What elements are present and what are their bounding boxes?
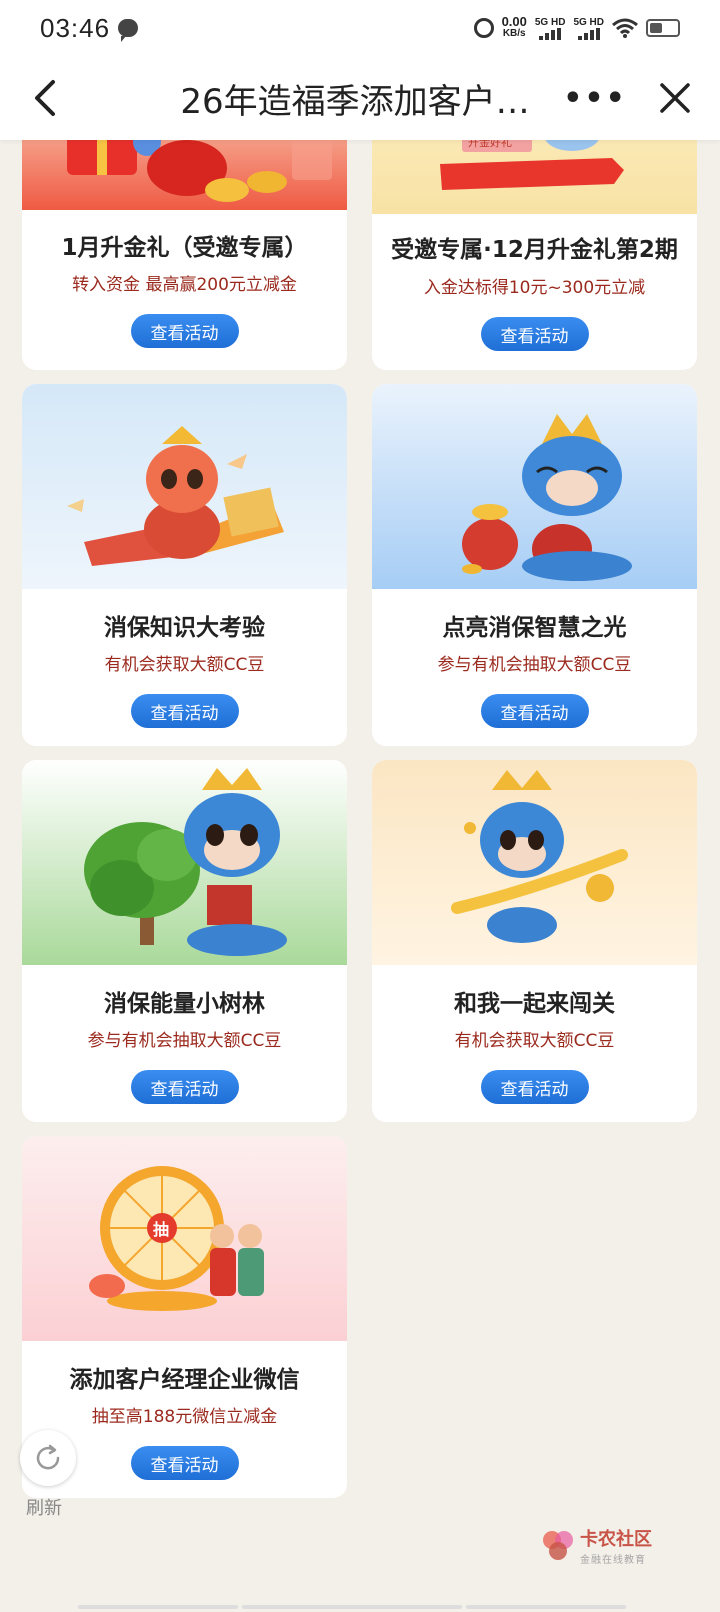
watermark: 卡农社区 金融在线教育 xyxy=(540,1525,652,1566)
lucky-wheel-illustration: 抽 xyxy=(89,1166,264,1311)
network-speed-unit: KB/s xyxy=(502,28,526,39)
card-title: 添加客户经理企业微信 xyxy=(69,1367,300,1393)
card-title: 点亮消保智慧之光 xyxy=(442,615,627,641)
watermark-logo-icon xyxy=(543,1530,573,1560)
card-subtitle: 转入资金 最高赢200元立减金 xyxy=(72,275,297,295)
status-indicators: 0.00 KB/s 5G HD 5G HD xyxy=(473,14,680,40)
view-activity-button[interactable]: 查看活动 xyxy=(480,317,589,351)
view-activity-button[interactable]: 查看活动 xyxy=(130,1070,239,1104)
sim2-signal: 5G HD xyxy=(573,17,604,40)
activity-card[interactable]: 点亮消保智慧之光 参与有机会抽取大额CC豆 查看活动 xyxy=(372,384,697,746)
card-subtitle: 抽至高188元微信立减金 xyxy=(91,1407,278,1427)
close-button[interactable] xyxy=(630,56,720,140)
status-bar: 03:46 0.00 KB/s 5G HD 5G HD xyxy=(0,0,720,56)
close-icon xyxy=(660,83,690,113)
card-title: 和我一起来闯关 xyxy=(454,991,615,1017)
sim2-label: 5G HD xyxy=(573,16,604,28)
card-subtitle: 有机会获取大额CC豆 xyxy=(454,1031,615,1051)
card-image: 抽 xyxy=(22,1136,347,1341)
chevron-left-icon xyxy=(35,80,55,116)
refresh-label: 刷新 xyxy=(26,1498,62,1519)
activity-card[interactable]: 1月升金礼（受邀专属） 转入资金 最高赢200元立减金 查看活动 xyxy=(22,140,347,370)
nav-bar: 26年造福季添加客户… ••• xyxy=(0,56,720,140)
alarm-icon xyxy=(473,18,494,38)
card-subtitle: 参与有机会抽取大额CC豆 xyxy=(87,1031,282,1051)
wifi-icon xyxy=(612,18,638,38)
signal-bars-icon xyxy=(577,27,600,40)
chat-notification-icon xyxy=(118,19,139,42)
refresh-icon xyxy=(36,1444,60,1470)
card-title: 消保知识大考验 xyxy=(104,615,265,641)
card-title: 1月升金礼（受邀专属） xyxy=(61,235,308,261)
card-image xyxy=(372,384,697,589)
sim1-signal: 5G HD xyxy=(534,16,566,40)
snake-mascot-warrior-illustration xyxy=(451,770,628,943)
bottom-indicator xyxy=(78,1605,238,1609)
card-image: 升金好礼 xyxy=(372,140,697,214)
bottom-indicator xyxy=(466,1605,626,1609)
banner-small-text: 升金好礼 xyxy=(468,140,512,149)
refresh-button[interactable] xyxy=(20,1430,76,1486)
card-image xyxy=(372,760,697,965)
gift-bag-illustration xyxy=(67,140,332,202)
snake-mascot-tree-illustration xyxy=(84,768,287,956)
status-time: 03:46 xyxy=(40,12,111,43)
page-title: 26年造福季添加客户… xyxy=(180,81,530,122)
view-activity-button[interactable]: 查看活动 xyxy=(480,1070,589,1104)
activity-card[interactable]: 升金好礼 受邀专属·12月升金礼第2期 入金达标得10元~300元立减 查看活动 xyxy=(372,140,697,370)
view-activity-button[interactable]: 查看活动 xyxy=(130,694,239,728)
network-speed-value: 0.00 xyxy=(501,14,527,29)
network-speed: 0.00 KB/s xyxy=(501,14,527,40)
view-activity-button[interactable]: 查看活动 xyxy=(130,1446,239,1480)
bottom-indicator xyxy=(242,1605,462,1609)
snake-mascot-books-illustration xyxy=(67,426,284,566)
activity-card[interactable]: 消保能量小树林 参与有机会抽取大额CC豆 查看活动 xyxy=(22,760,347,1122)
watermark-title: 卡农社区 xyxy=(580,1529,652,1550)
card-image xyxy=(22,384,347,589)
more-button[interactable]: ••• xyxy=(560,56,630,140)
card-title: 受邀专属·12月升金礼第2期 xyxy=(391,237,678,263)
battery-level xyxy=(650,23,662,33)
card-image xyxy=(22,760,347,965)
view-activity-button[interactable]: 查看活动 xyxy=(480,694,589,728)
signal-bars-icon xyxy=(539,27,562,40)
watermark-subtitle: 金融在线教育 xyxy=(580,1555,646,1566)
activity-card[interactable]: 和我一起来闯关 有机会获取大额CC豆 查看活动 xyxy=(372,760,697,1122)
snake-mascot-moneybag-illustration xyxy=(462,414,632,581)
card-subtitle: 入金达标得10元~300元立减 xyxy=(423,278,646,298)
card-subtitle: 参与有机会抽取大额CC豆 xyxy=(437,655,632,675)
activity-card[interactable]: 消保知识大考验 有机会获取大额CC豆 查看活动 xyxy=(22,384,347,746)
card-title: 消保能量小树林 xyxy=(104,991,265,1017)
back-button[interactable] xyxy=(0,56,90,140)
battery-icon xyxy=(646,19,680,37)
card-image xyxy=(22,140,347,210)
sim1-label: 5G HD xyxy=(534,16,566,28)
card-subtitle: 有机会获取大额CC豆 xyxy=(104,655,265,675)
activity-grid: 1月升金礼（受邀专属） 转入资金 最高赢200元立减金 查看活动 升金好礼 受邀… xyxy=(0,140,720,1580)
year-end-banner-illustration: 升金好礼 xyxy=(440,140,624,190)
wheel-center-text: 抽 xyxy=(153,1220,169,1239)
view-activity-button[interactable]: 查看活动 xyxy=(130,314,239,348)
